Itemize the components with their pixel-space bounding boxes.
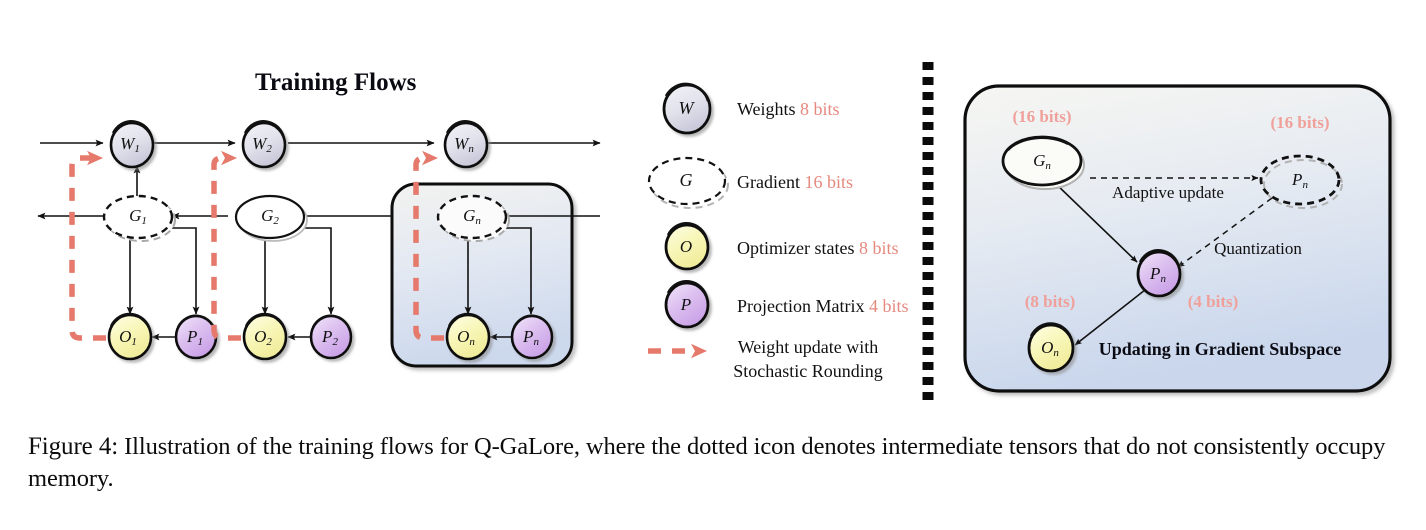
- node-w1: W1: [109, 120, 155, 169]
- legend-symbol-w: W: [679, 98, 696, 118]
- edge-label-quantization: Quantization: [1214, 239, 1302, 258]
- figure-caption: Figure 4: Illustration of the training f…: [28, 430, 1408, 496]
- node-p2: P2: [309, 314, 353, 360]
- edge-g2-to-p2: [298, 227, 335, 315]
- figure-caption-text: Illustration of the training flows for Q…: [28, 433, 1386, 493]
- legend-label-optimizer: Optimizer states 8 bits: [737, 238, 898, 258]
- edge-label-adaptive-update: Adaptive update: [1112, 183, 1224, 202]
- bits-label-on: (8 bits): [1025, 292, 1076, 311]
- figure-4-root: Training Flows W1 G1 O1 P1 W2 G2 O2 P2 W…: [0, 0, 1426, 530]
- node-o1: O1: [107, 312, 153, 361]
- legend-icon-gradient: G: [647, 156, 729, 209]
- legend-icon-weights: W: [662, 82, 712, 135]
- node-on-left: On: [445, 312, 491, 361]
- legend-label-gradient: Gradient 16 bits: [737, 172, 853, 192]
- legend-label-weight-update-line1: Weight update with: [738, 337, 879, 357]
- legend-icon-optimizer: O: [664, 221, 710, 271]
- node-p1: P1: [174, 314, 218, 360]
- legend-symbol-o: O: [680, 237, 692, 256]
- node-pn-left: Pn: [510, 314, 554, 360]
- node-g1: G1: [102, 194, 176, 242]
- legend-label-weight-update-line2: Stochastic Rounding: [733, 361, 883, 381]
- node-on-right: On: [1027, 322, 1075, 373]
- bits-label-pn-solid: (4 bits): [1188, 292, 1239, 311]
- legend-label-weights: Weights 8 bits: [737, 99, 840, 119]
- legend-icon-projection: P: [664, 279, 710, 329]
- red-update-path-1: [69, 150, 106, 341]
- node-wn: Wn: [443, 120, 489, 169]
- node-o2: O2: [242, 312, 288, 361]
- legend-symbol-g: G: [680, 170, 693, 190]
- node-w2: W2: [241, 120, 287, 169]
- legend-label-projection: Projection Matrix 4 bits: [737, 296, 909, 316]
- legend-symbol-p: P: [680, 295, 691, 314]
- node-pn-solid-right: Pn: [1136, 249, 1182, 298]
- bits-label-pn-dashed: (16 bits): [1270, 113, 1329, 132]
- node-gn-right: Gn: [1001, 135, 1085, 190]
- figure-caption-label: Figure 4:: [28, 433, 119, 460]
- red-update-path-2: [211, 150, 241, 341]
- left-panel-title: Training Flows: [255, 69, 417, 96]
- edge-g1-to-p1: [168, 227, 200, 315]
- bits-label-gn: (16 bits): [1012, 107, 1071, 126]
- node-g2: G2: [234, 194, 308, 242]
- right-panel-title: Updating in Gradient Subspace: [1099, 339, 1342, 359]
